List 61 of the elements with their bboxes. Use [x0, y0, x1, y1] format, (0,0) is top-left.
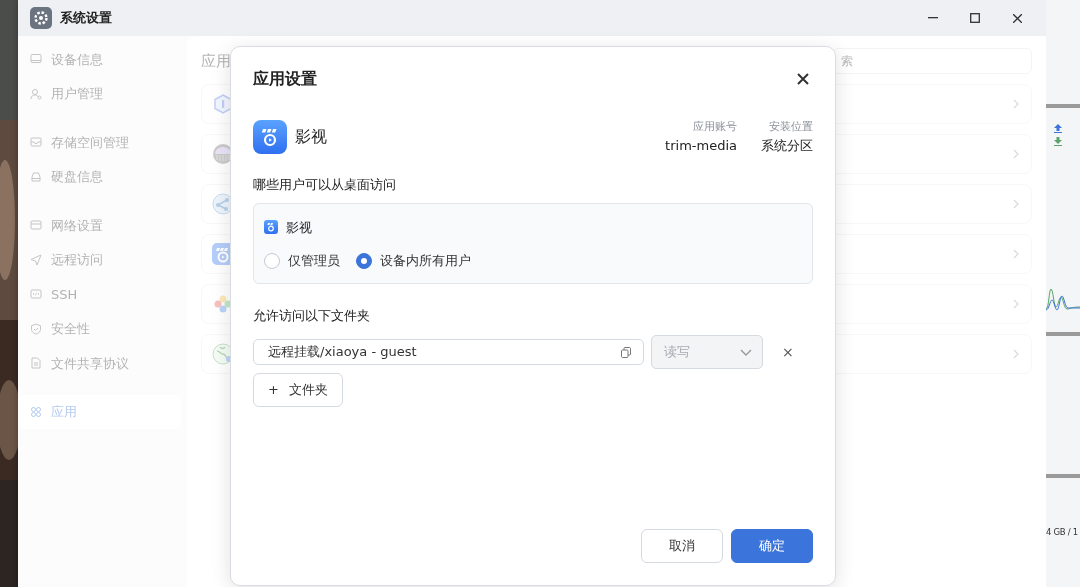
- info-value: 系统分区: [761, 136, 813, 155]
- radio-button[interactable]: [264, 252, 280, 269]
- radio-option[interactable]: 设备内所有用户: [356, 251, 471, 271]
- sidebar-item[interactable]: 硬盘信息: [18, 159, 181, 194]
- app-icon: [253, 120, 287, 154]
- sidebar-item[interactable]: 设备信息: [18, 42, 181, 77]
- send-icon: [30, 253, 42, 266]
- divider-bar: [1046, 332, 1080, 337]
- terminal-icon: [30, 288, 42, 301]
- remove-button[interactable]: ×: [778, 341, 798, 363]
- cancel-button[interactable]: 取消: [641, 529, 723, 563]
- sidebar-item[interactable]: 文件共享协议: [18, 346, 181, 381]
- sidebar-item[interactable]: 网络设置: [18, 208, 181, 243]
- monitor-icon: [30, 53, 42, 66]
- panel-icon: [30, 219, 42, 232]
- chevron-right-icon: [1013, 199, 1019, 209]
- dialog-title: 应用设置: [253, 68, 317, 90]
- chevron-right-icon: [1013, 149, 1019, 159]
- info-value: trim-media: [665, 136, 737, 155]
- confirm-button[interactable]: 确定: [731, 529, 813, 563]
- divider-bar: [1046, 474, 1080, 479]
- sidebar-item[interactable]: 存储空间管理: [18, 125, 181, 160]
- sidebar-item[interactable]: 远程访问: [18, 242, 181, 277]
- storage-usage-text: 4 GB / 1: [1046, 526, 1079, 539]
- minimize-icon: [928, 17, 938, 19]
- document-icon: [30, 357, 42, 370]
- sidebar-item[interactable]: 安全性: [18, 311, 181, 346]
- chevron-right-icon: [1013, 249, 1019, 259]
- drive-icon: [30, 170, 42, 183]
- download-icon: [1054, 137, 1062, 146]
- window-title: 系统设置: [60, 9, 112, 28]
- info-label: 应用账号: [692, 119, 737, 135]
- upload-icon: [1054, 124, 1062, 133]
- sidebar-item[interactable]: SSH: [18, 277, 181, 312]
- app-name: 影视: [286, 218, 312, 237]
- app-name: 影视: [295, 126, 327, 148]
- chevron-right-icon: [1013, 99, 1019, 109]
- add-folder-button[interactable]: + 文件夹: [253, 373, 343, 407]
- shield-icon: [30, 322, 42, 335]
- inbox-icon: [30, 136, 42, 149]
- user-icon: [30, 87, 42, 100]
- chevron-down-icon: [740, 348, 752, 356]
- settings-icon: [30, 7, 52, 29]
- maximize-icon: [970, 13, 980, 23]
- radio-button[interactable]: [356, 252, 372, 269]
- copy-icon: [621, 346, 631, 358]
- search-field[interactable]: 索: [832, 48, 1032, 74]
- section-heading: 哪些用户可以从桌面访问: [253, 176, 397, 194]
- radio-option[interactable]: 仅管理员: [264, 251, 340, 271]
- section-heading: 允许访问以下文件夹: [253, 306, 371, 325]
- app-icon: [264, 220, 278, 235]
- apps-icon: [30, 405, 42, 418]
- divider-bar: [1046, 104, 1080, 108]
- close-icon: [1012, 13, 1022, 23]
- sidebar-item[interactable]: 用户管理: [18, 76, 181, 111]
- chevron-right-icon: [1013, 349, 1019, 359]
- chevron-right-icon: [1013, 299, 1019, 309]
- info-label: 安装位置: [768, 119, 813, 135]
- page-title: 应用: [201, 50, 231, 72]
- close-icon: [797, 73, 809, 85]
- folder-path-field[interactable]: 远程挂载/xiaoya - guest: [253, 339, 644, 365]
